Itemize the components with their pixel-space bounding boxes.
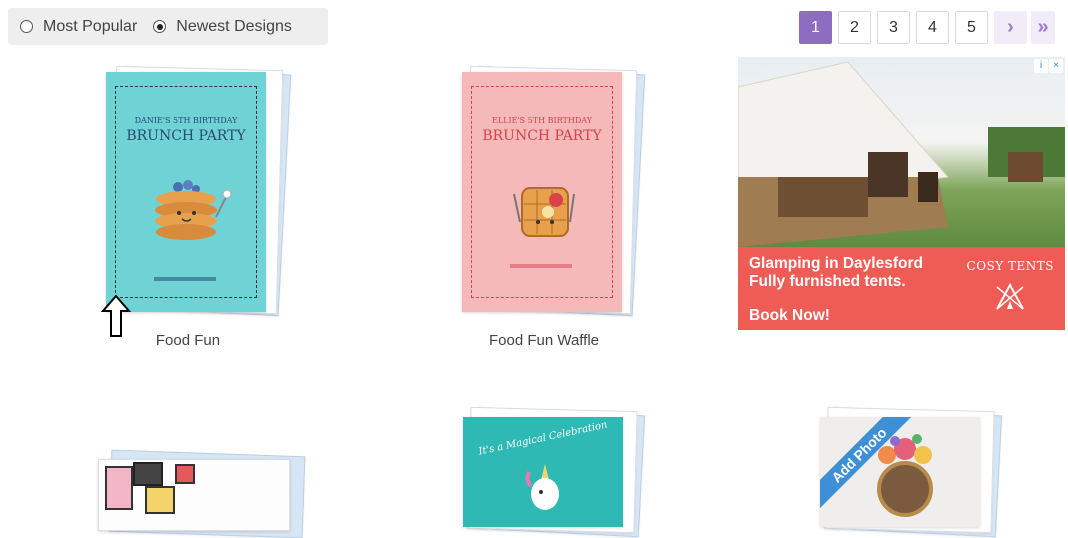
- ad-brand-logo: COSY TENTS: [966, 259, 1054, 273]
- page-1-button[interactable]: 1: [799, 11, 832, 44]
- invite-line2: BRUNCH PARTY: [126, 128, 246, 144]
- sort-most-popular-label[interactable]: Most Popular: [43, 18, 137, 36]
- unicorn-icon: [525, 464, 559, 510]
- design-card-cake[interactable]: [92, 445, 312, 538]
- invite-line2: BRUNCH PARTY: [482, 128, 602, 144]
- ad-headline: Glamping in Daylesford Fully furnished t…: [749, 255, 923, 291]
- invite-thumbnail[interactable]: Add Photo: [820, 417, 980, 527]
- card-title[interactable]: Food Fun Waffle: [444, 332, 644, 349]
- page-2-button[interactable]: 2: [838, 11, 871, 44]
- design-card-photo[interactable]: Add Photo: [812, 405, 1012, 538]
- ad-headline-line2: Fully furnished tents.: [749, 273, 906, 290]
- cursor-arrow-icon: [101, 294, 131, 337]
- tent-logo-icon: [996, 282, 1024, 310]
- sort-newest-designs-label[interactable]: Newest Designs: [176, 18, 292, 36]
- invite-thumbnail[interactable]: ELLIE'S 5TH BIRTHDAY BRUNCH PARTY: [462, 72, 622, 312]
- invite-footer-bar: [510, 264, 572, 268]
- advertisement[interactable]: i × Glamping in Daylesford Fully furnish…: [738, 57, 1065, 330]
- pagination: 1 2 3 4 5 › »: [799, 11, 1059, 44]
- ad-headline-line1: Glamping in Daylesford: [749, 255, 923, 272]
- design-card-food-fun-waffle[interactable]: ELLIE'S 5TH BIRTHDAY BRUNCH PARTY Food F…: [452, 60, 652, 350]
- page-4-button[interactable]: 4: [916, 11, 949, 44]
- invite-line1: ELLIE'S 5TH BIRTHDAY: [491, 116, 592, 125]
- cake-slice-dark: [133, 462, 163, 486]
- ad-tent-photo: [738, 57, 1065, 247]
- page-3-button[interactable]: 3: [877, 11, 910, 44]
- ad-banner[interactable]: Glamping in Daylesford Fully furnished t…: [738, 247, 1065, 330]
- sort-most-popular[interactable]: Most Popular: [20, 18, 137, 36]
- ad-choices[interactable]: i ×: [1033, 59, 1063, 73]
- invite-footer-bar: [154, 277, 216, 281]
- sort-newest-designs[interactable]: Newest Designs: [153, 18, 292, 36]
- radio-newest-designs[interactable]: [153, 20, 167, 33]
- radio-most-popular[interactable]: [20, 20, 33, 33]
- ad-book-now[interactable]: Book Now!: [749, 307, 830, 325]
- ad-close-icon[interactable]: ×: [1049, 59, 1063, 73]
- invite-line1: DANIE'S 5TH BIRTHDAY: [134, 116, 238, 125]
- design-card-unicorn[interactable]: It's a Magical Celebration: [455, 405, 655, 538]
- sort-bar: Most Popular Newest Designs: [8, 8, 328, 45]
- page-5-button[interactable]: 5: [955, 11, 988, 44]
- next-page-icon[interactable]: ›: [994, 11, 1027, 44]
- last-page-icon[interactable]: »: [1031, 11, 1055, 44]
- waffle-illustration: [513, 187, 575, 237]
- invite-thumbnail[interactable]: It's a Magical Celebration: [463, 417, 623, 527]
- invite-thumbnail[interactable]: DANIE'S 5TH BIRTHDAY BRUNCH PARTY: [106, 72, 266, 312]
- cake-slice-pink: [105, 466, 133, 510]
- ad-info-icon[interactable]: i: [1034, 59, 1048, 73]
- cake-slice-yellow: [145, 486, 175, 514]
- cake-slice-red: [175, 464, 195, 484]
- invite-line1: It's a Magical Celebration: [477, 419, 609, 458]
- invite-thumbnail[interactable]: [98, 459, 290, 531]
- pancake-illustration: [155, 180, 232, 240]
